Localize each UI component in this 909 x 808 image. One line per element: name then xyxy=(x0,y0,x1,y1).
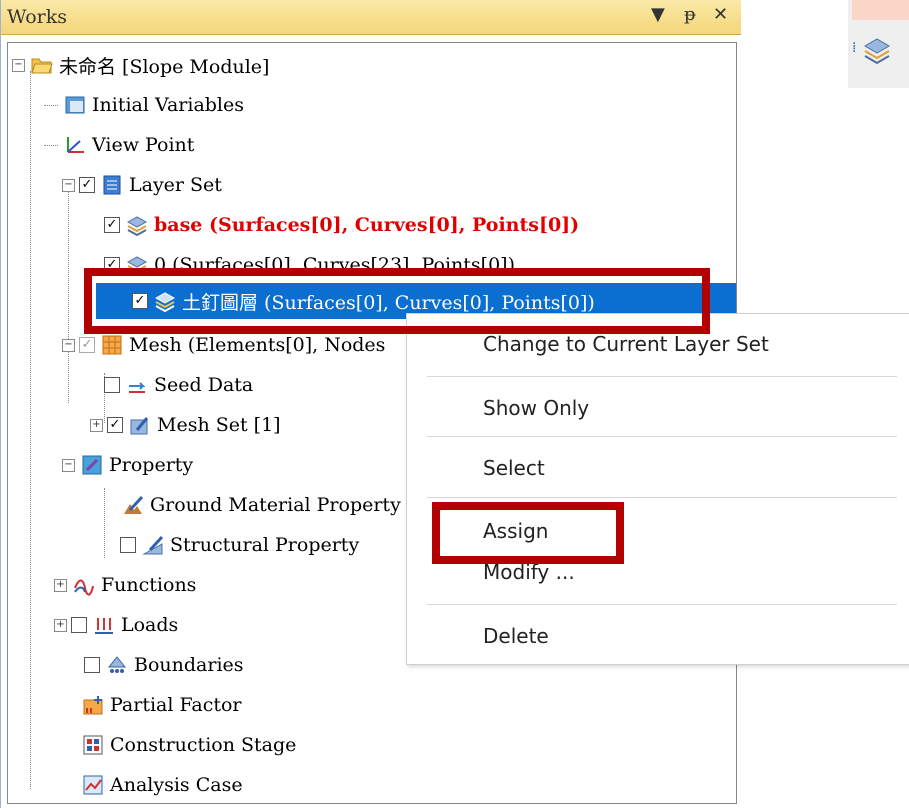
tree-item-label: Initial Variables xyxy=(92,94,244,116)
layer-stack-icon xyxy=(126,214,148,237)
structural-property-icon xyxy=(142,534,164,556)
tree-item-label: Loads xyxy=(121,614,179,636)
toolbar-grip-icon: ⁞ xyxy=(852,40,857,56)
analysis-case-icon xyxy=(82,774,104,796)
expand-icon[interactable]: + xyxy=(90,418,103,432)
tree-item-boundaries[interactable]: Boundaries xyxy=(80,647,244,683)
tree-item-label: Boundaries xyxy=(134,654,244,676)
tree-item-label: Property xyxy=(109,454,194,476)
collapse-icon[interactable]: − xyxy=(62,458,75,472)
tree-item-mesh-set[interactable]: + ✓ Mesh Set [1] xyxy=(90,407,281,443)
dropdown-arrow-icon[interactable]: ▼ xyxy=(651,4,665,25)
menu-separator xyxy=(427,497,897,498)
menu-item-select[interactable]: Select xyxy=(483,456,545,480)
menu-item-delete[interactable]: Delete xyxy=(483,624,549,648)
menu-separator xyxy=(427,436,897,437)
tree-item-label: Structural Property xyxy=(170,534,360,556)
layer-stack-icon[interactable] xyxy=(862,36,892,70)
grid-icon xyxy=(101,334,123,356)
menu-item-change-current[interactable]: Change to Current Layer Set xyxy=(483,332,769,356)
tree-item-analysis-case[interactable]: Analysis Case xyxy=(76,767,243,803)
tree-item-label: Layer Set xyxy=(129,174,222,196)
seed-data-icon xyxy=(126,374,148,396)
expand-icon[interactable]: + xyxy=(54,618,67,632)
tree-item-structural-property[interactable]: Structural Property xyxy=(116,527,359,563)
tree-item-label: Mesh Set [1] xyxy=(157,414,281,436)
tree-item-label: Mesh (Elements[0], Nodes xyxy=(129,334,386,356)
axes-icon xyxy=(64,134,86,156)
tree-root-label: 未命名 [Slope Module] xyxy=(59,55,270,78)
mesh-checkbox[interactable]: ✓ xyxy=(79,337,95,353)
ground-material-icon xyxy=(122,494,144,516)
loads-icon xyxy=(93,614,115,636)
tree-item-label: Ground Material Property xyxy=(150,494,401,516)
tree-item-label: View Point xyxy=(92,134,195,156)
tree-item-view-point[interactable]: View Point xyxy=(44,127,194,163)
tree-item-ground-material[interactable]: Ground Material Property xyxy=(116,487,401,523)
mesh-set-icon xyxy=(129,414,151,436)
tree-item-loads[interactable]: + Loads xyxy=(54,607,178,643)
tree-item-layer-set[interactable]: − ✓ Layer Set xyxy=(62,167,222,203)
menu-separator xyxy=(427,376,897,377)
folder-open-icon xyxy=(31,54,53,76)
expand-icon[interactable]: + xyxy=(54,578,67,592)
mesh-set-checkbox[interactable]: ✓ xyxy=(107,417,123,433)
collapse-icon[interactable]: − xyxy=(62,338,75,352)
tree-item-functions[interactable]: + Functions xyxy=(54,567,196,603)
seed-data-checkbox[interactable] xyxy=(104,377,120,393)
table-icon xyxy=(64,94,86,116)
tree-item-construction-stage[interactable]: Construction Stage xyxy=(76,727,296,763)
tree-item-label: Partial Factor xyxy=(110,694,242,716)
panel-titlebar: Works ▼ ᵽ ✕ xyxy=(1,0,741,35)
tree-item-seed-data[interactable]: Seed Data xyxy=(100,367,253,403)
boundaries-checkbox[interactable] xyxy=(84,657,100,673)
tree-item-property[interactable]: − Property xyxy=(62,447,193,483)
construction-stage-icon xyxy=(82,734,104,756)
tree-item-label: Construction Stage xyxy=(110,734,297,756)
tree-root[interactable]: − 未命名 [Slope Module] xyxy=(12,47,269,83)
tree-item-partial-factor[interactable]: Partial Factor xyxy=(76,687,242,723)
functions-icon xyxy=(73,574,95,596)
pin-icon[interactable]: ᵽ xyxy=(684,4,696,25)
partial-factor-icon xyxy=(82,694,104,716)
loads-checkbox[interactable] xyxy=(71,617,87,633)
layers-list-icon xyxy=(101,174,123,196)
layer-item-base[interactable]: ✓ base (Surfaces[0], Curves[0], Points[0… xyxy=(100,207,579,243)
highlight-box-layer xyxy=(84,268,710,334)
menu-item-show-only[interactable]: Show Only xyxy=(483,396,589,420)
layer-set-checkbox[interactable]: ✓ xyxy=(79,177,95,193)
tree-item-label: Seed Data xyxy=(154,374,254,396)
structural-property-checkbox[interactable] xyxy=(120,537,136,553)
toolbar-highlight xyxy=(852,0,909,20)
property-icon xyxy=(81,454,103,476)
tree-item-label: Functions xyxy=(101,574,197,596)
tree-item-label: Analysis Case xyxy=(110,774,243,796)
tree-item-label: base (Surfaces[0], Curves[0], Points[0]) xyxy=(154,214,580,236)
highlight-box-assign xyxy=(432,502,624,564)
layer-checkbox[interactable]: ✓ xyxy=(104,217,120,233)
tree-item-initial-variables[interactable]: Initial Variables xyxy=(44,87,244,123)
collapse-icon[interactable]: − xyxy=(62,178,75,192)
boundaries-icon xyxy=(106,654,128,676)
context-menu: Change to Current Layer Set Show Only Se… xyxy=(406,313,909,665)
collapse-icon[interactable]: − xyxy=(12,58,25,72)
toolbar-fragment: ⁞ xyxy=(848,0,909,88)
panel-title: Works xyxy=(7,6,68,28)
close-icon[interactable]: ✕ xyxy=(713,4,728,25)
menu-separator xyxy=(427,604,897,605)
